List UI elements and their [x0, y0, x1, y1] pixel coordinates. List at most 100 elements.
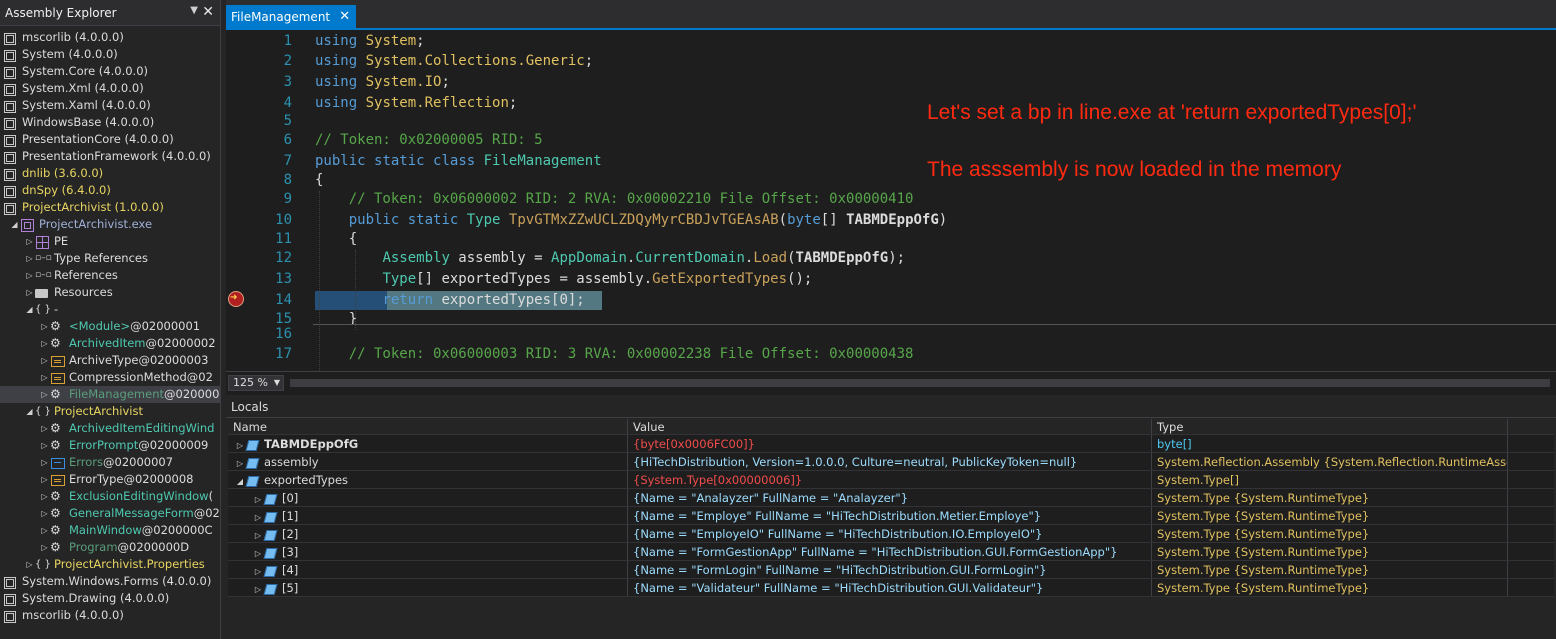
- chevron-down-icon[interactable]: ▼: [274, 376, 280, 390]
- tree-item[interactable]: mscorlib (4.0.0.0): [0, 607, 220, 624]
- local-value-cell[interactable]: {Name = "FormGestionApp" FullName = "HiT…: [628, 543, 1152, 560]
- tree-item[interactable]: PresentationFramework (4.0.0.0): [0, 148, 220, 165]
- locals-row[interactable]: ▷ assembly {HiTechDistribution, Version=1.…: [228, 453, 1554, 471]
- collapsed-arrow-icon[interactable]: ▷: [39, 437, 50, 454]
- tree-item[interactable]: System.Xaml (4.0.0.0): [0, 97, 220, 114]
- locals-row[interactable]: ▷ [2] {Name = "EmployeIO" FullName = "HiTe…: [228, 525, 1554, 543]
- collapsed-arrow-icon[interactable]: ▷: [252, 545, 264, 560]
- tree-item[interactable]: ▷ ArchivedItemEditingWind: [0, 420, 220, 437]
- tree-item[interactable]: ◢ ProjectArchivist: [0, 403, 220, 420]
- collapsed-arrow-icon[interactable]: ▷: [234, 455, 246, 470]
- tree-item-token: @020000: [164, 387, 220, 401]
- collapsed-arrow-icon[interactable]: ▷: [39, 522, 50, 539]
- expanded-arrow-icon[interactable]: ◢: [234, 473, 246, 488]
- tree-item[interactable]: WindowsBase (4.0.0.0): [0, 114, 220, 131]
- tree-item[interactable]: ▷ References: [0, 267, 220, 284]
- tree-item[interactable]: ▷ MainWindow @0200000C: [0, 522, 220, 539]
- locals-row[interactable]: ▷ [3] {Name = "FormGestionApp" FullName = …: [228, 543, 1554, 561]
- locals-row[interactable]: ▷ [5] {Name = "Validateur" FullName = "HiT…: [228, 579, 1554, 597]
- local-value-cell[interactable]: {System.Type[0x00000006]}: [628, 471, 1152, 488]
- collapsed-arrow-icon[interactable]: ▷: [39, 505, 50, 522]
- tree-item[interactable]: ◢-: [0, 301, 220, 318]
- column-header-type[interactable]: Type: [1152, 419, 1508, 434]
- collapsed-arrow-icon[interactable]: ▷: [39, 471, 50, 488]
- collapsed-arrow-icon[interactable]: ▷: [252, 509, 264, 524]
- locals-row[interactable]: ▷ TABMDEppOfG {byte[0x0006FC00]} byte[]: [228, 435, 1554, 453]
- tree-item[interactable]: ▷ ExclusionEditingWindow (: [0, 488, 220, 505]
- close-icon[interactable]: ✕: [339, 5, 350, 29]
- locals-row[interactable]: ▷ [1] {Name = "Employe" FullName = "HiTech…: [228, 507, 1554, 525]
- tree-item[interactable]: System.Drawing (4.0.0.0): [0, 590, 220, 607]
- local-name-cell: ▷ assembly: [228, 453, 628, 470]
- assembly-icon: [3, 151, 17, 164]
- line-number: 14: [275, 292, 292, 308]
- tree-item[interactable]: ▷ FileManagement @020000: [0, 386, 220, 403]
- code-area[interactable]: 1using System; 2using System.Collections…: [226, 31, 1556, 371]
- collapsed-arrow-icon[interactable]: ▷: [39, 352, 50, 369]
- collapsed-arrow-icon[interactable]: ▷: [39, 318, 50, 335]
- tree-item[interactable]: System (4.0.0.0): [0, 46, 220, 63]
- collapsed-arrow-icon[interactable]: ▷: [252, 491, 264, 506]
- expanded-arrow-icon[interactable]: ◢: [24, 403, 35, 420]
- local-value-cell[interactable]: {Name = "Employe" FullName = "HiTechDist…: [628, 507, 1152, 524]
- collapsed-arrow-icon[interactable]: ▷: [252, 581, 264, 596]
- local-value-cell[interactable]: {Name = "EmployeIO" FullName = "HiTechDi…: [628, 525, 1152, 542]
- collapsed-arrow-icon[interactable]: ▷: [252, 527, 264, 542]
- tree-item[interactable]: ▷ PE: [0, 233, 220, 250]
- tree-item[interactable]: ▷ ArchivedItem @02000002: [0, 335, 220, 352]
- tree-item[interactable]: ProjectArchivist (1.0.0.0): [0, 199, 220, 216]
- tree-item[interactable]: System.Windows.Forms (4.0.0.0): [0, 573, 220, 590]
- local-value-cell[interactable]: {Name = "FormLogin" FullName = "HiTechDi…: [628, 561, 1152, 578]
- collapsed-arrow-icon[interactable]: ▷: [24, 284, 35, 301]
- collapsed-arrow-icon[interactable]: ▷: [39, 420, 50, 437]
- chevron-down-icon[interactable]: ▼: [190, 5, 198, 16]
- tree-item[interactable]: System.Core (4.0.0.0): [0, 63, 220, 80]
- tree-item[interactable]: mscorlib (4.0.0.0): [0, 29, 220, 46]
- tree-item[interactable]: System.Xml (4.0.0.0): [0, 80, 220, 97]
- tree-item[interactable]: ▷ ProjectArchivist.Properties: [0, 556, 220, 573]
- tree-item[interactable]: ▷ ArchiveType @02000003: [0, 352, 220, 369]
- tree-item[interactable]: ▷ CompressionMethod @02: [0, 369, 220, 386]
- collapsed-arrow-icon[interactable]: ▷: [252, 563, 264, 578]
- tree-item[interactable]: ▷ <Module> @02000001: [0, 318, 220, 335]
- tree-item[interactable]: ▷ Errors @02000007: [0, 454, 220, 471]
- collapsed-arrow-icon[interactable]: ▷: [24, 556, 35, 573]
- tree-item[interactable]: ◢ ProjectArchivist.exe: [0, 216, 220, 233]
- tree-item[interactable]: ▷ ErrorType @02000008: [0, 471, 220, 488]
- tree-item[interactable]: ▷ GeneralMessageForm @02: [0, 505, 220, 522]
- expanded-arrow-icon[interactable]: ◢: [24, 301, 35, 318]
- zoom-select[interactable]: 125 % ▼: [228, 375, 284, 391]
- collapsed-arrow-icon[interactable]: ▷: [39, 488, 50, 505]
- tree-item[interactable]: ▷ Program @0200000D: [0, 539, 220, 556]
- local-value-cell[interactable]: {HiTechDistribution, Version=1.0.0.0, Cu…: [628, 453, 1152, 470]
- column-header-value[interactable]: Value: [628, 419, 1152, 434]
- tab-filemanagement[interactable]: FileManagement ✕: [226, 5, 357, 30]
- tree-item[interactable]: ▷ Type References: [0, 250, 220, 267]
- collapsed-arrow-icon[interactable]: ▷: [39, 386, 50, 403]
- locals-row[interactable]: ▷ [4] {Name = "FormLogin" FullName = "HiTe…: [228, 561, 1554, 579]
- close-icon[interactable]: ✕: [202, 4, 214, 20]
- collapsed-arrow-icon[interactable]: ▷: [24, 250, 35, 267]
- tree-item[interactable]: ▷ ErrorPrompt @02000009: [0, 437, 220, 454]
- collapsed-arrow-icon[interactable]: ▷: [39, 335, 50, 352]
- collapsed-arrow-icon[interactable]: ▷: [39, 539, 50, 556]
- collapsed-arrow-icon[interactable]: ▷: [24, 233, 35, 250]
- local-value-cell[interactable]: {Name = "Analayzer" FullName = "Analayze…: [628, 489, 1152, 506]
- collapsed-arrow-icon[interactable]: ▷: [39, 369, 50, 386]
- collapsed-arrow-icon[interactable]: ▷: [234, 437, 246, 452]
- local-value-cell[interactable]: {byte[0x0006FC00]}: [628, 435, 1152, 452]
- locals-row[interactable]: ◢ exportedTypes {System.Type[0x00000006]} S…: [228, 471, 1554, 489]
- tree-item[interactable]: ▷ Resources: [0, 284, 220, 301]
- expanded-arrow-icon[interactable]: ◢: [9, 216, 20, 233]
- column-header-name[interactable]: Name: [228, 419, 628, 434]
- local-name: [5]: [282, 581, 299, 595]
- locals-row[interactable]: ▷ [0] {Name = "Analayzer" FullName = "Anal…: [228, 489, 1554, 507]
- annotation-text: The asssembly is now loaded in the memor…: [927, 158, 1342, 181]
- horizontal-scrollbar[interactable]: [290, 379, 1550, 387]
- tree-item[interactable]: PresentationCore (4.0.0.0): [0, 131, 220, 148]
- tree-item[interactable]: dnlib (3.6.0.0): [0, 165, 220, 182]
- collapsed-arrow-icon[interactable]: ▷: [24, 267, 35, 284]
- local-value-cell[interactable]: {Name = "Validateur" FullName = "HiTechD…: [628, 579, 1152, 596]
- collapsed-arrow-icon[interactable]: ▷: [39, 454, 50, 471]
- tree-item[interactable]: dnSpy (6.4.0.0): [0, 182, 220, 199]
